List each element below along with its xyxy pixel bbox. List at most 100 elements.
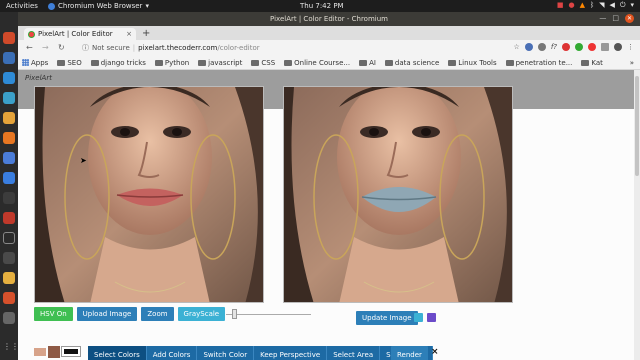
keep-perspective-button[interactable]: Keep Perspective <box>254 346 328 360</box>
folder-icon <box>198 59 207 66</box>
window-title: PixelArt | Color Editor - Chromium <box>270 15 388 23</box>
extensions-area: ☆ f? ⋮ <box>514 43 634 51</box>
add-colors-button[interactable]: Add Colors <box>147 346 198 360</box>
extension-icon[interactable] <box>575 43 583 51</box>
app-store-icon[interactable] <box>3 292 15 304</box>
update-image-button[interactable]: Update Image <box>356 311 418 325</box>
url-path: /color-editor <box>217 44 260 52</box>
select-colors-button[interactable]: Select Colors <box>88 346 147 360</box>
photos-icon[interactable] <box>3 112 15 124</box>
firefox-icon[interactable] <box>3 132 15 144</box>
terminal-icon[interactable] <box>3 232 15 244</box>
app-menu[interactable]: Chromium Web Browser ▾ <box>48 2 149 10</box>
zoom-button[interactable]: Zoom <box>141 307 174 321</box>
close-icon[interactable]: × <box>431 347 439 357</box>
folder-icon <box>359 59 368 66</box>
security-status: Not secure <box>92 44 130 52</box>
bookmark-folder[interactable]: SEO <box>57 59 82 67</box>
vscode-icon[interactable] <box>3 172 15 184</box>
twitch-icon[interactable] <box>427 313 436 322</box>
software-updater-icon[interactable] <box>3 272 15 284</box>
extension-icon[interactable] <box>537 43 546 51</box>
upload-image-button[interactable]: Upload Image <box>76 307 138 321</box>
editor-icon[interactable] <box>3 72 15 84</box>
forward-icon[interactable]: → <box>42 43 49 52</box>
original-image-canvas[interactable] <box>34 86 264 303</box>
info-icon[interactable]: ⓘ <box>82 43 89 53</box>
page-scrollbar[interactable] <box>634 70 640 360</box>
color-swatch[interactable] <box>48 345 60 358</box>
color-swatches <box>34 343 82 360</box>
share-icon[interactable] <box>414 313 423 322</box>
address-bar[interactable]: ⓘ Not secure | pixelart.thecoderr.com /c… <box>82 42 482 54</box>
filezilla-icon[interactable] <box>3 212 15 224</box>
portrait-image <box>35 87 263 302</box>
profile-avatar-icon[interactable] <box>614 43 622 51</box>
terminal-icon[interactable] <box>3 192 15 204</box>
tab-pixelart[interactable]: PixelArt | Color Editor × <box>24 28 136 40</box>
bookmark-folder[interactable]: javascript <box>198 59 242 67</box>
bookmark-folder[interactable]: Online Course... <box>284 59 350 67</box>
star-icon[interactable]: ☆ <box>514 43 520 51</box>
tab-close-button[interactable]: × <box>126 30 132 38</box>
maximize-icon[interactable]: □ <box>612 14 619 23</box>
trash-icon[interactable] <box>3 312 15 324</box>
minimize-icon[interactable]: — <box>599 14 606 23</box>
bookmark-folder[interactable]: Kat <box>581 59 603 67</box>
color-swatch[interactable] <box>61 346 81 357</box>
bookmark-folder[interactable]: Linux Tools <box>448 59 497 67</box>
adjustment-slider[interactable] <box>226 307 311 321</box>
clock[interactable]: Thu 7:42 PM <box>300 2 344 10</box>
bookmark-folder[interactable]: AI <box>359 59 376 67</box>
bookmark-folder[interactable]: Python <box>154 59 189 67</box>
grayscale-button[interactable]: GrayScale <box>177 307 226 321</box>
folder-icon <box>448 59 457 66</box>
show-apps-icon[interactable]: ⋮⋮ <box>3 342 19 354</box>
window-titlebar[interactable]: PixelArt | Color Editor - Chromium — □ ✕ <box>18 12 640 26</box>
system-tray[interactable]: ■ ● ▲ ᛒ ◥ ◀ ⏻ ▾ <box>557 1 634 10</box>
extension-icon[interactable] <box>524 43 533 51</box>
bookmark-folder[interactable]: penetration te... <box>505 59 572 67</box>
url-host: pixelart.thecoderr.com <box>138 44 218 52</box>
slider-handle[interactable] <box>232 309 238 319</box>
app-center-icon[interactable] <box>3 32 15 44</box>
settings-icon[interactable] <box>3 252 15 264</box>
switch-color-button[interactable]: Switch Color <box>197 346 255 360</box>
activities-button[interactable]: Activities <box>6 2 38 10</box>
close-icon[interactable]: ✕ <box>625 14 634 23</box>
extension-icon[interactable] <box>562 43 570 51</box>
reload-icon[interactable]: ↻ <box>58 43 65 52</box>
extension-icon[interactable] <box>588 43 596 51</box>
camera-icon: ■ <box>556 1 564 9</box>
browser-icon[interactable] <box>3 92 15 104</box>
network-icon: ◥ <box>599 1 605 9</box>
bookmark-folder[interactable]: CSS <box>251 59 275 67</box>
volume-icon: ◀ <box>609 1 615 9</box>
vlc-icon: ▲ <box>579 1 585 9</box>
portrait-image-edited <box>284 87 512 302</box>
folder-icon <box>154 59 163 66</box>
select-area-button[interactable]: Select Area <box>327 346 381 360</box>
bookmark-folder[interactable]: django tricks <box>90 59 146 67</box>
new-tab-button[interactable]: + <box>142 28 150 39</box>
scrollbar-thumb[interactable] <box>635 76 639 176</box>
address-separator: | <box>132 44 136 52</box>
bookmark-apps[interactable]: Apps <box>22 59 48 67</box>
brand-logo[interactable]: PixelArt <box>25 74 52 82</box>
render-button[interactable]: Render <box>391 346 428 360</box>
color-swatch[interactable] <box>34 347 46 356</box>
bookmarks-overflow-button[interactable]: » <box>630 59 640 67</box>
bookmark-folder[interactable]: data science <box>384 59 439 67</box>
files-icon[interactable] <box>3 52 15 64</box>
menu-icon[interactable]: ⋮ <box>627 43 634 51</box>
chromium-icon[interactable] <box>3 152 15 164</box>
extension-icon[interactable] <box>601 43 609 51</box>
folder-icon <box>581 59 590 66</box>
hsv-toggle-button[interactable]: HSV On <box>34 307 73 321</box>
power-icon: ⏻ <box>619 1 626 9</box>
edited-image-canvas[interactable] <box>283 86 513 303</box>
slider-track <box>226 314 311 315</box>
back-icon[interactable]: ← <box>26 43 33 52</box>
system-top-bar: Activities Chromium Web Browser ▾ Thu 7:… <box>0 0 640 12</box>
font-extension-icon[interactable]: f? <box>551 43 557 51</box>
